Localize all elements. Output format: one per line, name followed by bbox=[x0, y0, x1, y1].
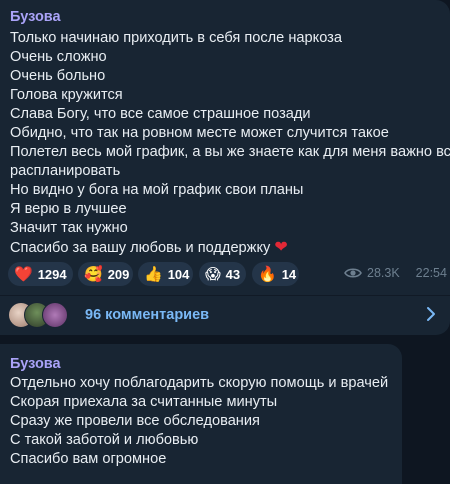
message-text-line: Слава Богу, что все самое страшное позад… bbox=[10, 106, 311, 122]
reaction-smiling-hearts[interactable]: 🥰 209 bbox=[78, 262, 133, 286]
message-bubble[interactable]: Бузова Только начинаю приходить в себя п… bbox=[0, 0, 450, 335]
message-author[interactable]: Бузова bbox=[10, 9, 61, 25]
eye-icon bbox=[344, 268, 362, 278]
heart-icon: ❤️ bbox=[14, 265, 33, 283]
chevron-right-icon[interactable] bbox=[426, 306, 436, 322]
message-text-line: Только начинаю приходить в себя после на… bbox=[10, 30, 342, 46]
message-text-line: Очень больно bbox=[10, 68, 106, 84]
reaction-thumbs-up[interactable]: 👍 104 bbox=[138, 262, 193, 286]
reaction-fire[interactable]: 🔥 14 bbox=[252, 262, 299, 286]
fire-icon: 🔥 bbox=[258, 265, 277, 283]
message-author[interactable]: Бузова bbox=[10, 356, 61, 372]
view-count: 28.3K bbox=[367, 266, 400, 280]
reaction-count: 1294 bbox=[37, 266, 67, 282]
thumbs-up-icon: 👍 bbox=[144, 265, 163, 283]
message-text-line: Но видно у бога на мой график свои планы bbox=[10, 182, 304, 198]
reaction-count: 14 bbox=[281, 266, 297, 282]
reaction-screaming[interactable]: 😱 43 bbox=[199, 262, 246, 286]
message-text-line: Сразу же провели все обследования bbox=[10, 413, 260, 429]
reaction-heart[interactable]: ❤️ 1294 bbox=[8, 262, 73, 286]
message-text-line: Полетел весь мой график, а вы же знаете … bbox=[10, 144, 450, 160]
message-text-line: Очень сложно bbox=[10, 49, 107, 65]
message-bubble[interactable]: Бузова Отдельно хочу поблагодарить скору… bbox=[0, 344, 402, 484]
divider bbox=[0, 295, 450, 296]
reaction-count: 104 bbox=[167, 266, 190, 282]
message-text-line: Скорая приехала за считанные минуты bbox=[10, 394, 278, 410]
message-text-line: Отдельно хочу поблагодарить скорую помощ… bbox=[10, 375, 389, 391]
smiling-face-hearts-icon: 🥰 bbox=[84, 265, 103, 283]
message-text-line: С такой заботой и любовью bbox=[10, 432, 199, 448]
message-text-line: Голова кружится bbox=[10, 87, 123, 103]
message-text-line: Я верю в лучшее bbox=[10, 201, 127, 217]
comments-link[interactable]: 96 комментариев bbox=[85, 307, 209, 323]
heart-icon: ❤ bbox=[274, 239, 288, 256]
message-text-line: Обидно, что так на ровном месте может сл… bbox=[10, 125, 389, 141]
message-time: 22:54 bbox=[415, 266, 447, 280]
reaction-count: 43 bbox=[225, 266, 241, 282]
message-text-line: Спасибо вам огромное bbox=[10, 451, 167, 467]
message-meta: 28.3K 22:54 bbox=[344, 266, 447, 280]
reaction-count: 209 bbox=[107, 266, 130, 282]
message-text-segment: Спасибо за вашу любовь и поддержку bbox=[10, 240, 271, 256]
message-text-line: Значит так нужно bbox=[10, 220, 128, 236]
avatar bbox=[42, 302, 68, 328]
commenter-avatars[interactable] bbox=[8, 302, 78, 328]
screaming-face-icon: 😱 bbox=[205, 265, 221, 283]
message-text-line: Спасибо за вашу любовь и поддержку ❤ bbox=[10, 238, 288, 258]
message-text-line: распланировать bbox=[10, 163, 121, 179]
